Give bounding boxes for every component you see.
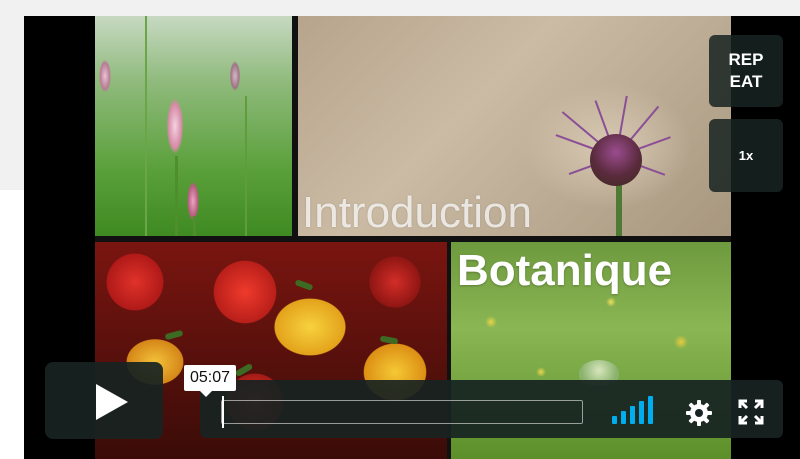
progress-bar[interactable] [221, 396, 583, 428]
flowers-pink-tile [95, 16, 292, 236]
timestamp-tooltip: 05:07 [184, 365, 237, 397]
play-icon [96, 384, 128, 420]
repeat-label: REPEAT [728, 50, 764, 91]
volume-bars-icon[interactable] [612, 396, 662, 424]
thistle-tile: Introduction [298, 16, 731, 236]
play-button[interactable] [45, 362, 163, 439]
video-player[interactable]: Introduction Botanique REPEAT 1x 05:07 [24, 16, 800, 459]
repeat-button[interactable]: REPEAT [709, 35, 783, 107]
thistle-flower [590, 134, 642, 186]
speed-label: 1x [738, 148, 754, 163]
fullscreen-icon[interactable] [737, 398, 765, 426]
slide-title-introduction: Introduction [302, 188, 532, 236]
gear-icon[interactable] [684, 398, 714, 428]
playhead[interactable] [222, 396, 224, 428]
slide-title-botanique: Botanique [457, 246, 673, 295]
playback-speed-button[interactable]: 1x [709, 119, 783, 192]
